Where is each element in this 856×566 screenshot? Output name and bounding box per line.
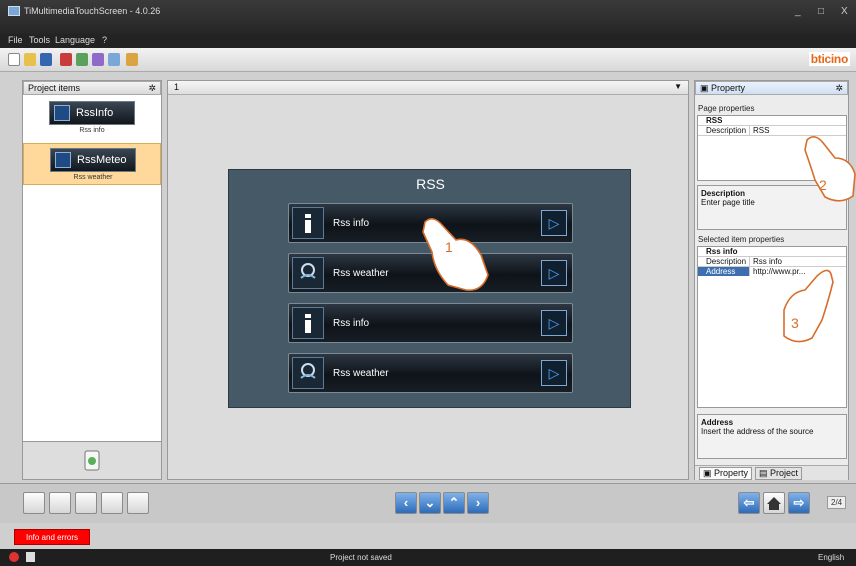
- callout-number: 1: [445, 239, 453, 255]
- callout-hand-3: 3: [783, 269, 834, 343]
- callout-number: 3: [791, 315, 799, 331]
- callout-hand-2: 2: [804, 136, 856, 202]
- callout-overlay: 1 2 3: [422, 136, 856, 343]
- callout-hand-1: 1: [422, 218, 489, 292]
- callout-number: 2: [819, 177, 827, 193]
